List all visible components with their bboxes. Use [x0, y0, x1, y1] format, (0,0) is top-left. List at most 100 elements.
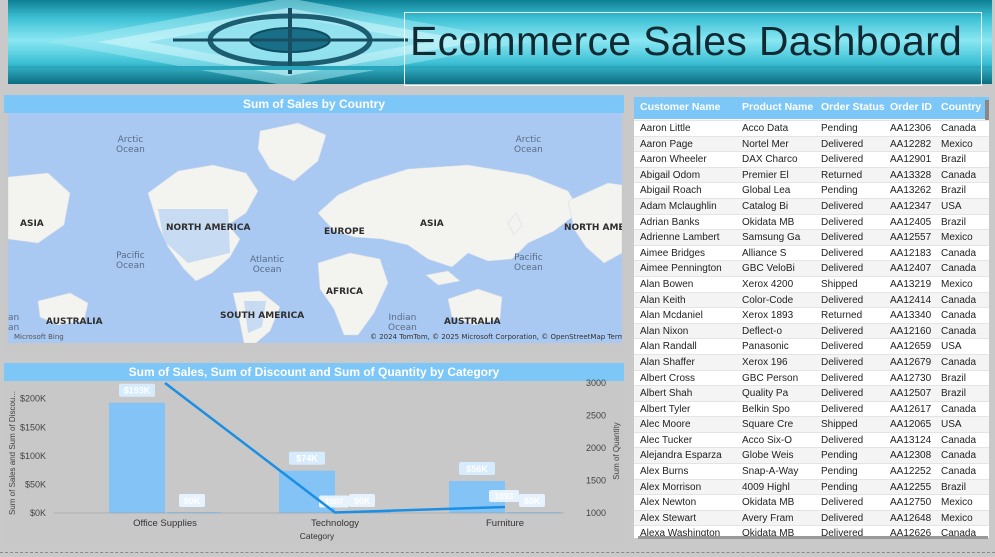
table-cell: Canada — [941, 356, 977, 368]
table-cell: Delivered — [821, 216, 864, 228]
table-cell: Brazil — [941, 372, 967, 384]
table-horizontal-scrollbar[interactable] — [638, 536, 988, 539]
table-row[interactable]: Albert Cross GBC Person Delivered AA12730 Br… — [634, 369, 989, 386]
category-chart[interactable]: Sum of Sales, Sum of Discount and Sum of… — [4, 363, 624, 545]
table-cell: Alan Mcdaniel — [640, 310, 703, 322]
table-row[interactable]: Abigail Odom Premier El Returned AA13328 Can… — [634, 166, 989, 183]
table-cell: Albert Shah — [640, 388, 693, 400]
table-cell: Alan Shaffer — [640, 356, 695, 368]
table-cell: Delivered — [821, 403, 864, 415]
table-cell: Alec Tucker — [640, 434, 693, 446]
data-label-quantity: 1007 — [325, 497, 344, 507]
table-cell: Canada — [941, 247, 977, 259]
column-header-customer-name[interactable]: Customer Name — [640, 101, 721, 113]
table-row[interactable]: Alan Shaffer Xerox 196 Delivered AA12679 Can… — [634, 353, 989, 370]
table-cell: Canada — [941, 123, 977, 134]
table-cell: Brazil — [941, 154, 967, 166]
table-cell: DAX Charco — [742, 154, 798, 166]
data-label-sales: $193K — [124, 386, 151, 396]
table-row[interactable]: Alan Mcdaniel Xerox 1893 Returned AA13340 Ca… — [634, 307, 989, 323]
table-cell: Canada — [941, 294, 977, 306]
label-arctic-ocean: Arctic Ocean — [116, 135, 145, 155]
table-cell: Shipped — [821, 419, 858, 431]
table-cell: Adam Mclaughlin — [640, 200, 717, 212]
column-header-country[interactable]: Country — [941, 101, 981, 113]
table-cell: Canada — [941, 466, 977, 478]
table-cell: AA12557 — [890, 232, 932, 244]
table-vertical-scrollbar[interactable] — [985, 100, 989, 120]
table-cell: AA12405 — [890, 216, 932, 228]
table-cell: Canada — [941, 310, 977, 322]
column-header-order-id[interactable]: Order ID — [890, 101, 932, 113]
table-cell: Alan Keith — [640, 294, 686, 306]
table-row[interactable]: Albert Tyler Belkin Spo Delivered AA12617 Ca… — [634, 400, 989, 417]
column-header-order-status[interactable]: Order Status — [821, 101, 885, 113]
table-row[interactable]: Alec Tucker Acco Six-O Delivered AA13124 Can… — [634, 431, 989, 448]
table-row[interactable]: Alejandra Esparza Globe Weis Pending AA1230… — [634, 447, 989, 464]
table-cell: Samsung Ga — [742, 232, 801, 244]
table-cell: USA — [941, 419, 962, 431]
table-row[interactable]: Alex Burns Snap-A-Way Pending AA12252 Canada — [634, 463, 989, 479]
table-cell: Acco Six-O — [742, 434, 793, 446]
table-row[interactable]: Alex Morrison 4009 Highl Pending AA12255 Bra… — [634, 478, 989, 495]
table-row[interactable]: Alex Stewart Avery Fram Delivered AA12648 Me… — [634, 509, 989, 526]
microsoft-bing-logo: Microsoft Bing — [14, 333, 64, 341]
table-row[interactable]: Adrian Banks Okidata MB Delivered AA12405 Br… — [634, 213, 989, 230]
table-cell: Alec Moore — [640, 419, 691, 431]
y-tick-label: $100K — [20, 451, 46, 461]
table-cell: Aaron Little — [640, 123, 691, 134]
table-cell: Canada — [941, 263, 977, 275]
table-cell: Okidata MB — [742, 216, 795, 228]
table-cell: GBC Person — [742, 372, 799, 384]
table-cell: AA12648 — [890, 512, 932, 524]
table-row[interactable]: Aaron Page Nortel Mer Delivered AA12282 Mexi… — [634, 135, 989, 152]
table-cell: Albert Tyler — [640, 403, 691, 415]
table-cell: AA12065 — [890, 419, 932, 431]
column-header-product-name[interactable]: Product Name — [742, 101, 813, 113]
table-row[interactable]: Aimee Bridges Alliance S Delivered AA12183 C… — [634, 244, 989, 261]
map-visual[interactable]: Sum of Sales by Country Arctic Ocean Arc… — [4, 95, 624, 351]
table-row[interactable]: Aaron Little Acco Data Pending AA12306 Canad… — [634, 120, 989, 136]
table-cell: AA13219 — [890, 278, 932, 290]
table-cell: Adrienne Lambert — [640, 232, 720, 244]
table-cell: Alan Randall — [640, 341, 697, 353]
table-row[interactable]: Aaron Wheeler DAX Charco Delivered AA12901 B… — [634, 151, 989, 167]
table-cell: Aimee Bridges — [640, 247, 706, 259]
table-cell: Adrian Banks — [640, 216, 700, 228]
table-row[interactable]: Alan Keith Color-Code Delivered AA12414 Cana… — [634, 291, 989, 308]
table-cell: Delivered — [821, 154, 864, 166]
table-row[interactable]: Adrienne Lambert Samsung Ga Delivered AA125… — [634, 229, 989, 245]
table-cell: Delivered — [821, 247, 864, 259]
table-row[interactable]: Alex Newton Okidata MB Delivered AA12750 Mex… — [634, 494, 989, 510]
table-row[interactable]: Alan Bowen Xerox 4200 Shipped AA13219 Mexico — [634, 275, 989, 292]
table-cell: Quality Pa — [742, 388, 789, 400]
table-cell: Brazil — [941, 185, 967, 197]
table-cell: AA12750 — [890, 497, 932, 509]
world-map[interactable]: Arctic Ocean Arctic Ocean ASIA NORTH AMERI… — [8, 113, 622, 343]
table-cell: AA12730 — [890, 372, 932, 384]
table-cell: Albert Cross — [640, 372, 696, 384]
table-cell: Belkin Spo — [742, 403, 790, 415]
table-row[interactable]: Abigail Roach Global Lea Pending AA13262 Bra… — [634, 182, 989, 198]
table-row[interactable]: Alec Moore Square Cre Shipped AA12065 USA — [634, 416, 989, 432]
table-cell: Delivered — [821, 138, 864, 150]
orders-table[interactable]: Customer Name Product Name Order Status … — [634, 97, 989, 538]
data-label-sales: $56K — [466, 464, 488, 474]
table-row[interactable]: Alan Randall Panasonic Delivered AA12659 USA — [634, 338, 989, 354]
table-cell: AA12282 — [890, 138, 932, 150]
table-cell: Avery Fram — [742, 512, 794, 524]
label-north-america: NORTH AMERICA — [166, 223, 251, 233]
data-label-discount: $0K — [524, 496, 541, 506]
table-cell: Delivered — [821, 356, 864, 368]
table-row[interactable]: Alan Nixon Deflect-o Delivered AA12160 Canad… — [634, 322, 989, 339]
table-cell: Canada — [941, 169, 977, 181]
table-row[interactable]: Aimee Pennington GBC VeloBi Delivered AA124… — [634, 260, 989, 276]
label-asia: ASIA — [420, 219, 444, 229]
table-header: Customer Name Product Name Order Status … — [634, 97, 989, 119]
table-row[interactable]: Adam Mclaughlin Catalog Bi Delivered AA1234… — [634, 197, 989, 214]
table-row[interactable]: Albert Shah Quality Pa Delivered AA12507 Bra… — [634, 385, 989, 401]
table-cell: Snap-A-Way — [742, 466, 799, 478]
map-attribution[interactable]: © 2024 TomTom, © 2025 Microsoft Corporat… — [370, 333, 622, 341]
data-label-discount: $0K — [354, 496, 371, 506]
y2-tick-label: 1000 — [586, 508, 606, 518]
